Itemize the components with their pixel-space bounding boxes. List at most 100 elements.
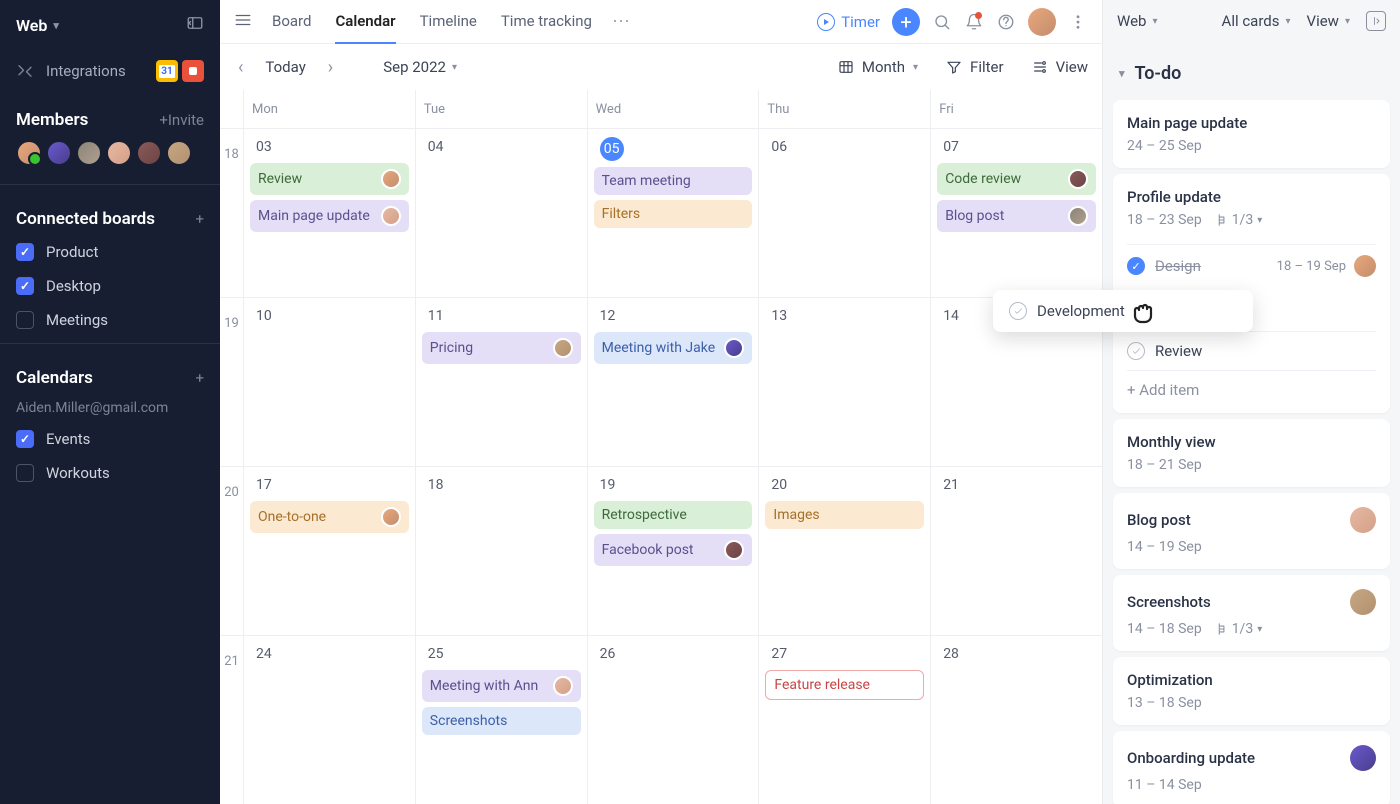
todo-section-toggle[interactable]: ▾ To-do xyxy=(1103,43,1400,94)
calendar-item[interactable]: Workouts xyxy=(0,456,220,490)
calendar-cell[interactable]: 05 Team meeting Filters xyxy=(587,129,759,297)
timer-button[interactable]: Timer xyxy=(817,13,880,31)
calendar-cell[interactable]: 19 Retrospective Facebook post xyxy=(587,467,759,635)
todo-card[interactable]: Blog post 14 – 19 Sep xyxy=(1113,493,1390,569)
tab-calendar[interactable]: Calendar xyxy=(335,0,395,44)
checkbox-icon[interactable] xyxy=(1009,302,1027,320)
event-chip[interactable]: Pricing xyxy=(422,332,581,364)
checkbox-icon[interactable] xyxy=(1127,257,1145,275)
calendar-cell[interactable]: 27 Feature release xyxy=(758,636,930,804)
event-chip[interactable]: Images xyxy=(765,501,924,529)
avatar xyxy=(381,169,401,189)
event-chip[interactable]: Review xyxy=(250,163,409,195)
calendar-cell[interactable]: 18 xyxy=(415,467,587,635)
calendar-cell[interactable]: 28 xyxy=(930,636,1102,804)
avatar[interactable] xyxy=(16,140,42,166)
filter-button[interactable]: Filter xyxy=(946,58,1004,76)
calendar-cell[interactable]: 07 Code review Blog post xyxy=(930,129,1102,297)
calendar-cell[interactable]: 13 xyxy=(758,298,930,466)
todo-card[interactable]: Monthly view 18 – 21 Sep xyxy=(1113,419,1390,487)
profile-avatar[interactable] xyxy=(1028,8,1056,36)
workspace-selector[interactable]: Web▾ xyxy=(16,16,59,35)
add-button[interactable]: + xyxy=(892,8,920,36)
event-chip[interactable]: Facebook post xyxy=(594,534,753,566)
tab-timeline[interactable]: Timeline xyxy=(420,0,477,43)
add-calendar-button[interactable]: + xyxy=(195,369,204,387)
panel-view-selector[interactable]: View▾ xyxy=(1307,12,1350,30)
calendar-cell[interactable]: 06 xyxy=(758,129,930,297)
checkbox-icon[interactable] xyxy=(16,311,34,329)
subtask-item[interactable]: Design 18 – 19 Sep xyxy=(1127,244,1376,287)
todo-card[interactable]: Screenshots 14 – 18 Sep1/3▾ xyxy=(1113,575,1390,651)
checkbox-icon[interactable] xyxy=(16,430,34,448)
calendar-item[interactable]: Events xyxy=(0,422,220,456)
event-chip[interactable]: Retrospective xyxy=(594,501,753,529)
prev-month-button[interactable]: ‹ xyxy=(234,53,247,82)
event-chip[interactable]: Screenshots xyxy=(422,707,581,735)
event-chip[interactable]: Meeting with Ann xyxy=(422,670,581,702)
todo-card[interactable]: Onboarding update 11 – 14 Sep xyxy=(1113,731,1390,804)
todo-card[interactable]: Optimization 13 – 18 Sep xyxy=(1113,657,1390,725)
today-button[interactable]: Today xyxy=(265,58,305,76)
checkbox-icon[interactable] xyxy=(16,243,34,261)
tab-board[interactable]: Board xyxy=(272,0,311,43)
event-chip[interactable]: Code review xyxy=(937,163,1096,195)
event-chip[interactable]: Filters xyxy=(594,200,753,228)
period-selector[interactable]: Sep 2022▾ xyxy=(383,58,457,76)
day-number: 10 xyxy=(250,306,278,326)
calendar-cell[interactable]: 25 Meeting with Ann Screenshots xyxy=(415,636,587,804)
search-icon[interactable] xyxy=(932,12,952,32)
calendar-cell[interactable]: 04 xyxy=(415,129,587,297)
checkbox-icon[interactable] xyxy=(16,277,34,295)
calendar-cell[interactable]: 03 Review Main page update xyxy=(244,129,415,297)
avatar[interactable] xyxy=(106,140,132,166)
avatar[interactable] xyxy=(166,140,192,166)
add-subtask-button[interactable]: + Add item xyxy=(1127,370,1376,399)
event-chip[interactable]: Blog post xyxy=(937,200,1096,232)
event-chip[interactable]: Main page update xyxy=(250,200,409,232)
invite-button[interactable]: +Invite xyxy=(159,111,204,129)
calendar-cell[interactable]: 24 xyxy=(244,636,415,804)
member-avatars[interactable] xyxy=(0,136,220,178)
board-item[interactable]: Desktop xyxy=(0,269,220,303)
todo-card[interactable]: Main page update 24 – 25 Sep xyxy=(1113,100,1390,168)
day-number: 05 xyxy=(600,137,624,161)
panel-workspace-selector[interactable]: Web▾ xyxy=(1117,12,1158,30)
event-chip[interactable]: Feature release xyxy=(765,670,924,700)
calendar-cell[interactable]: 10 xyxy=(244,298,415,466)
checkbox-icon[interactable] xyxy=(16,464,34,482)
calendar-cell[interactable]: 21 xyxy=(930,467,1102,635)
add-board-button[interactable]: + xyxy=(195,210,204,228)
month-view-selector[interactable]: Month▾ xyxy=(838,58,918,76)
subtask-item[interactable]: Review xyxy=(1127,331,1376,370)
more-icon[interactable]: ⋯ xyxy=(612,11,630,32)
board-item[interactable]: Product xyxy=(0,235,220,269)
avatar[interactable] xyxy=(76,140,102,166)
calendar-cell[interactable]: 26 xyxy=(587,636,759,804)
calendar-cell[interactable]: 11 Pricing xyxy=(415,298,587,466)
calendar-cell[interactable]: 12 Meeting with Jake xyxy=(587,298,759,466)
calendar-cell[interactable]: 17 One-to-one xyxy=(244,467,415,635)
panel-filter-selector[interactable]: All cards▾ xyxy=(1222,12,1291,30)
event-chip[interactable]: Meeting with Jake xyxy=(594,332,753,364)
tab-time-tracking[interactable]: Time tracking xyxy=(501,0,592,43)
event-chip[interactable]: Team meeting xyxy=(594,167,753,195)
panel-collapse-icon[interactable] xyxy=(1366,11,1386,31)
calendar-cell[interactable]: 20 Images xyxy=(758,467,930,635)
view-options-button[interactable]: View xyxy=(1032,58,1088,76)
bell-icon[interactable] xyxy=(964,12,984,32)
board-item[interactable]: Meetings xyxy=(0,303,220,337)
next-month-button[interactable]: › xyxy=(324,53,337,82)
dragged-subtask[interactable]: Development xyxy=(993,290,1253,332)
checkbox-icon[interactable] xyxy=(1127,342,1145,360)
sidebar-collapse-icon[interactable] xyxy=(186,14,204,36)
help-icon[interactable] xyxy=(996,12,1016,32)
event-title: Feature release xyxy=(774,677,870,693)
integrations-button[interactable]: Integrations xyxy=(0,50,220,92)
menu-icon[interactable] xyxy=(234,11,252,33)
avatar[interactable] xyxy=(46,140,72,166)
day-number: 17 xyxy=(250,475,278,495)
event-chip[interactable]: One-to-one xyxy=(250,501,409,533)
avatar[interactable] xyxy=(136,140,162,166)
kebab-icon[interactable] xyxy=(1068,12,1088,32)
